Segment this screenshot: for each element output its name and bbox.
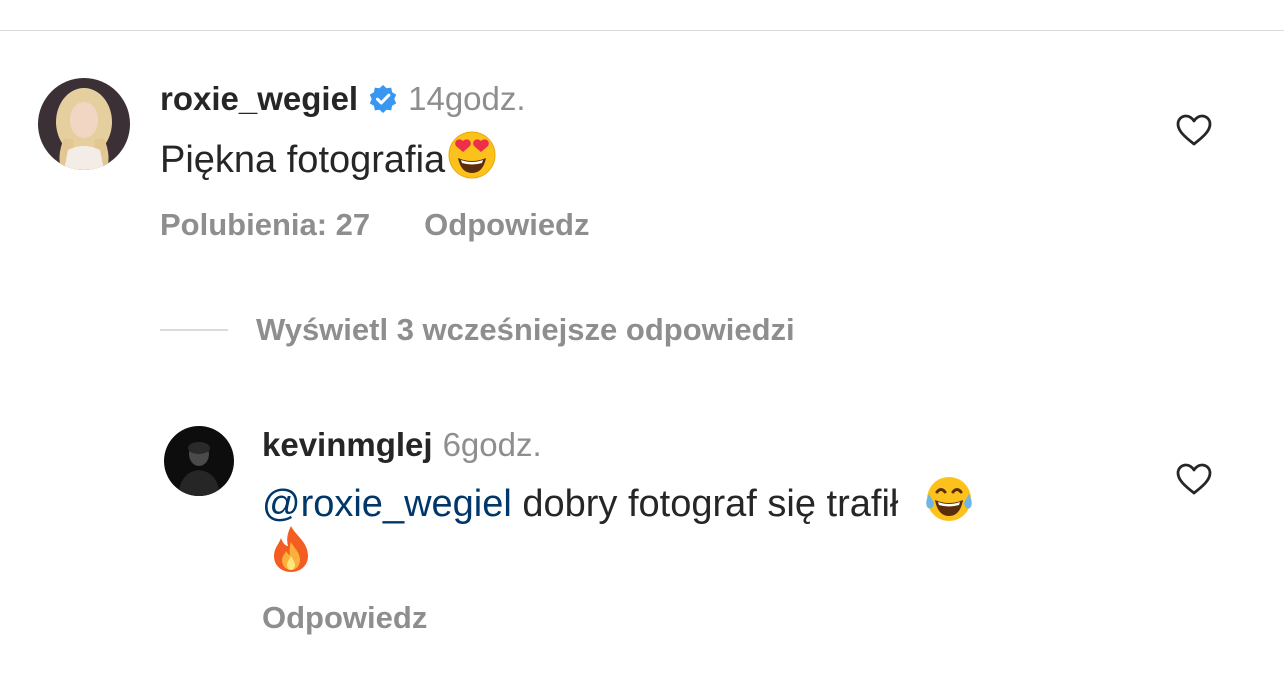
reply-mention[interactable]: @roxie_wegiel <box>262 483 512 525</box>
comment-time: 14godz. <box>408 80 526 117</box>
comment-text: Piękna fotografia <box>160 130 497 194</box>
likes-count[interactable]: Polubienia: 27 <box>160 207 370 243</box>
comment-header: roxie_wegiel 14godz. <box>160 80 526 118</box>
avatar-kevin[interactable] <box>164 426 234 496</box>
heart-eyes-emoji <box>447 130 497 194</box>
reply-text-line-2 <box>266 524 314 588</box>
reply-actions: Odpowiedz <box>262 600 427 636</box>
reply-time: 6godz. <box>442 426 542 463</box>
reply-username[interactable]: kevinmglej <box>262 426 433 464</box>
top-divider <box>0 30 1284 31</box>
reply-header: kevinmglej 6godz. <box>262 426 542 464</box>
comment-body: Piękna fotografia <box>160 139 446 182</box>
comment-actions: Polubienia: 27 Odpowiedz <box>160 207 590 243</box>
reply-heart-outline-icon[interactable] <box>1175 462 1213 496</box>
fire-emoji <box>268 524 314 588</box>
reply-reply-button[interactable]: Odpowiedz <box>262 600 427 636</box>
view-previous-replies[interactable]: Wyświetl 3 wcześniejsze odpowiedzi <box>160 312 795 348</box>
tears-of-joy-emoji <box>923 474 975 538</box>
reply-button[interactable]: Odpowiedz <box>424 207 589 243</box>
verified-badge-icon <box>368 84 398 114</box>
reply-body: dobry fotograf się trafił <box>511 483 899 526</box>
comment-username[interactable]: roxie_wegiel <box>160 80 358 118</box>
replies-divider-line <box>160 329 228 331</box>
avatar-roxie[interactable] <box>38 78 130 170</box>
view-replies-label: Wyświetl 3 wcześniejsze odpowiedzi <box>256 312 795 347</box>
reply-text: @roxie_wegiel dobry fotograf się trafił <box>262 474 975 538</box>
heart-outline-icon[interactable] <box>1175 113 1213 147</box>
